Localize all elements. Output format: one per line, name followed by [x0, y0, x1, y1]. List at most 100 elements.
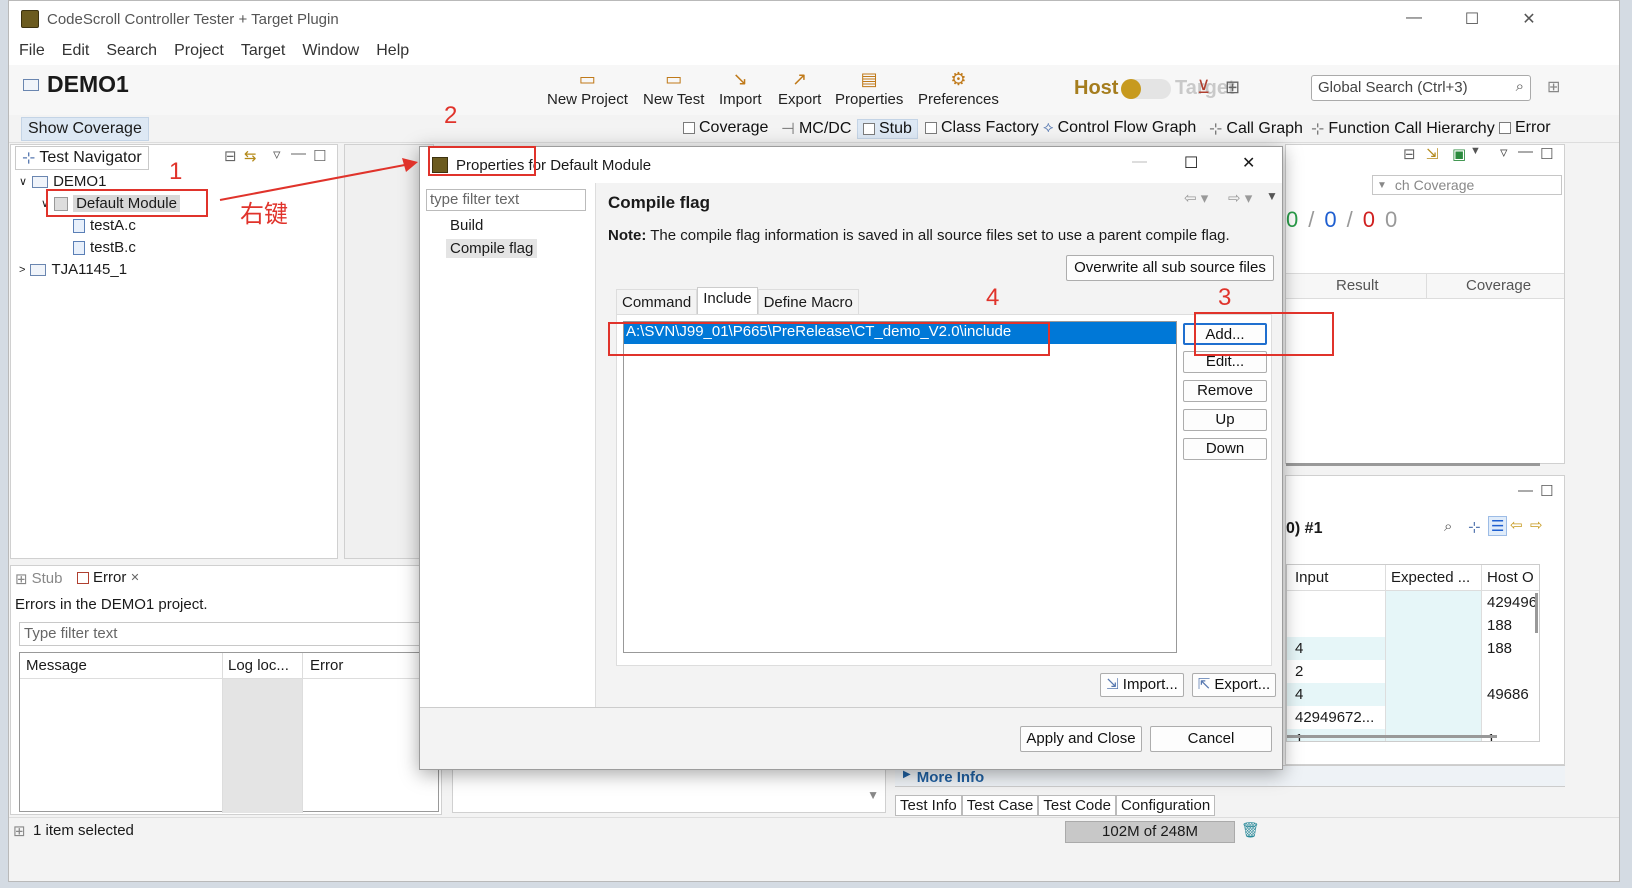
cell-input[interactable]: 2 [1295, 663, 1303, 680]
trash-icon[interactable]: 🗑 [1241, 821, 1260, 839]
remove-button[interactable]: Remove [1183, 380, 1267, 402]
tab-call-graph[interactable]: ⊹ Call Graph [1209, 119, 1303, 139]
maximize-view-icon[interactable]: ☐ [1540, 145, 1553, 163]
global-search-input[interactable]: Global Search (Ctrl+3) ⌕ [1311, 75, 1531, 101]
tab-test-case[interactable]: Test Case [961, 795, 1039, 816]
menu-edit[interactable]: Edit [62, 42, 90, 60]
close-button[interactable]: ✕ [1509, 9, 1549, 29]
forward-arrow-icon[interactable]: ⇨ ▾ [1228, 189, 1252, 207]
cell-input[interactable]: 4 [1295, 686, 1303, 703]
tab-stub[interactable]: Stub [857, 119, 918, 139]
filter-icon[interactable]: ⊻ [1197, 77, 1210, 98]
menu-file[interactable]: File [19, 42, 45, 60]
tab-class-factory[interactable]: Class Factory [925, 119, 1039, 137]
tab-include[interactable]: Include [697, 287, 758, 315]
dialog-close-button[interactable]: ✕ [1242, 153, 1255, 173]
tab-mcdc[interactable]: ⊣ MC/DC [781, 119, 851, 139]
export-button[interactable]: ↗ Export [778, 67, 821, 109]
tab-command[interactable]: Command [616, 289, 698, 315]
tree-item-tja1145[interactable]: > TJA1145_1 [19, 261, 127, 278]
dialog-minimize-button[interactable]: — [1132, 153, 1147, 170]
view-menu-icon[interactable]: ▼ [1266, 189, 1278, 203]
tab-configuration[interactable]: Configuration [1115, 795, 1216, 816]
dropdown-icon[interactable]: ▼ [1470, 145, 1481, 157]
view-menu-icon[interactable]: ▿ [1500, 143, 1508, 161]
new-project-button[interactable]: ▭ New Project [547, 67, 628, 109]
nav-item-compile-flag[interactable]: Compile flag [446, 239, 538, 258]
tab-control-flow-graph[interactable]: ⟡ Control Flow Graph [1043, 119, 1196, 137]
back-icon[interactable]: ⇦ [1510, 516, 1523, 534]
perspective-icon[interactable]: ⊞ [1547, 77, 1560, 97]
back-arrow-icon[interactable]: ⇦ ▾ [1184, 189, 1208, 207]
col-expected[interactable]: Expected ... [1391, 569, 1470, 586]
minimize-button[interactable]: — [1394, 9, 1434, 27]
tab-test-code[interactable]: Test Code [1038, 795, 1116, 816]
tree-icon[interactable]: ⊹ [1468, 518, 1481, 536]
cell-host-output[interactable]: 188 [1487, 617, 1512, 634]
cell-input[interactable]: 42949672... [1295, 709, 1374, 726]
import-button[interactable]: ↘ Import [719, 67, 762, 109]
horizontal-scrollbar[interactable] [1286, 463, 1540, 466]
memory-indicator[interactable]: 102M of 248M [1065, 821, 1235, 843]
import-button[interactable]: ⇲ Import... [1100, 673, 1184, 697]
col-result[interactable]: Result [1336, 277, 1379, 294]
cancel-button[interactable]: Cancel [1150, 726, 1272, 752]
export-icon[interactable]: ⇲ [1426, 145, 1439, 163]
tab-stub-bottom[interactable]: ⊞ Stub [15, 570, 62, 588]
tab-error[interactable]: Error [1499, 119, 1551, 137]
tree-item-testb[interactable]: testB.c [73, 239, 136, 256]
overwrite-button[interactable]: Overwrite all sub source files [1066, 255, 1274, 281]
test-navigator-tab[interactable]: ⊹ Test Navigator [15, 146, 149, 170]
minimize-view-icon[interactable]: — [1518, 482, 1533, 499]
show-coverage-button[interactable]: Show Coverage [21, 117, 149, 141]
tab-define-macro[interactable]: Define Macro [757, 289, 859, 315]
menu-search[interactable]: Search [106, 42, 157, 60]
horizontal-scrollbar[interactable] [1287, 735, 1497, 738]
col-host-output[interactable]: Host O [1487, 569, 1534, 586]
cell-host-output[interactable]: 429496 [1487, 594, 1537, 611]
export-button[interactable]: ⇱ Export... [1192, 673, 1276, 697]
scroll-down-icon[interactable]: ▼ [867, 788, 879, 802]
col-coverage[interactable]: Coverage [1466, 277, 1531, 294]
menu-window[interactable]: Window [302, 42, 359, 60]
expand-icon[interactable]: ∨ [19, 175, 27, 188]
dialog-filter-input[interactable]: type filter text [426, 189, 586, 211]
dialog-maximize-button[interactable]: ☐ [1184, 153, 1198, 173]
run-icon[interactable]: ▣ [1452, 145, 1466, 163]
up-button[interactable]: Up [1183, 409, 1267, 431]
col-message[interactable]: Message [26, 657, 87, 674]
list-icon[interactable]: ☰ [1488, 516, 1508, 536]
dropdown-icon[interactable]: ▼ [1377, 180, 1387, 191]
properties-button[interactable]: ▤ Properties [835, 67, 903, 109]
tab-test-info[interactable]: Test Info [895, 795, 962, 816]
host-target-toggle[interactable] [1121, 79, 1171, 99]
col-log-location[interactable]: Log loc... [228, 657, 289, 674]
error-filter-input[interactable]: Type filter text [19, 622, 439, 646]
apply-and-close-button[interactable]: Apply and Close [1020, 726, 1142, 752]
minimize-view-icon[interactable]: — [1518, 143, 1533, 160]
collapse-icon[interactable]: ⊟ [1403, 145, 1416, 163]
tab-function-call-hierarchy[interactable]: ⊹ Function Call Hierarchy [1311, 119, 1495, 139]
tree-item-demo1[interactable]: ∨ DEMO1 [19, 173, 106, 190]
cell-input[interactable]: 4 [1295, 640, 1303, 657]
tab-coverage[interactable]: Coverage [683, 119, 768, 137]
nav-item-build[interactable]: Build [450, 217, 483, 234]
vertical-scrollbar[interactable] [1535, 593, 1538, 633]
cell-host-output[interactable]: 188 [1487, 640, 1512, 657]
menu-project[interactable]: Project [174, 42, 224, 60]
close-tab-icon[interactable]: ✕ [130, 571, 139, 584]
new-test-button[interactable]: ▭ New Test [643, 67, 704, 109]
coverage-search-input[interactable]: ▼ ch Coverage [1372, 175, 1562, 195]
preferences-button[interactable]: ⚙ Preferences [918, 67, 999, 109]
cell-host-output[interactable]: 49686 [1487, 686, 1529, 703]
expand-icon[interactable]: > [19, 264, 25, 276]
menu-help[interactable]: Help [376, 42, 409, 60]
maximize-view-icon[interactable]: ☐ [1540, 482, 1553, 500]
menu-target[interactable]: Target [241, 42, 285, 60]
tab-error-bottom[interactable]: Error ✕ [77, 569, 140, 586]
maximize-button[interactable]: ☐ [1452, 9, 1492, 29]
down-button[interactable]: Down [1183, 438, 1267, 460]
search-icon[interactable]: ⌕ [1444, 518, 1452, 535]
forward-icon[interactable]: ⇨ [1530, 516, 1543, 534]
tree-item-testa[interactable]: testA.c [73, 217, 136, 234]
